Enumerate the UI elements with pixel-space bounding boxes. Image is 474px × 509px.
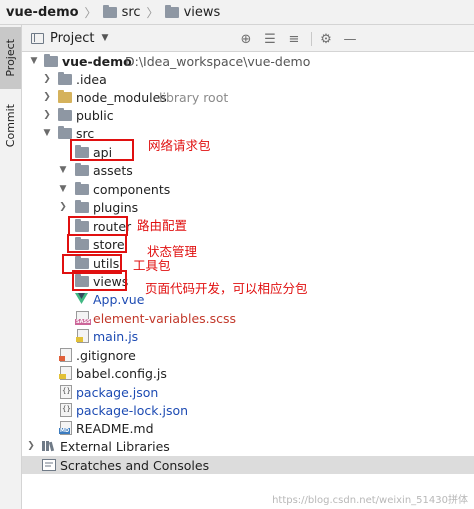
breadcrumb-item-views[interactable]: views bbox=[164, 4, 221, 20]
annotation-router: 路由配置 bbox=[137, 218, 188, 233]
tree-item-label: node_modules bbox=[76, 89, 167, 105]
tree-item-assets[interactable]: ▼ assets bbox=[22, 161, 474, 179]
folder-icon bbox=[58, 108, 72, 121]
tab-commit-label: Commit bbox=[4, 104, 17, 148]
chevron-down-icon[interactable]: ▼ bbox=[42, 128, 52, 138]
chevron-right-icon[interactable]: ❯ bbox=[42, 110, 52, 120]
annotation-box-api bbox=[70, 139, 134, 161]
tree-item-main-js[interactable]: main.js bbox=[22, 327, 474, 345]
chevron-down-icon[interactable]: ▼ bbox=[101, 33, 108, 43]
locate-icon[interactable]: ⊕ bbox=[238, 31, 254, 47]
tree-item-element-variables[interactable]: element-variables.scss bbox=[22, 309, 474, 327]
tree-item-label: External Libraries bbox=[60, 438, 170, 454]
chevron-right-icon[interactable]: ❯ bbox=[42, 74, 52, 84]
chevron-down-icon[interactable]: ▼ bbox=[58, 165, 68, 175]
tree-item-scratches[interactable]: Scratches and Consoles bbox=[22, 456, 474, 474]
tree-item-package-lock[interactable]: package-lock.json bbox=[22, 401, 474, 419]
expand-all-icon[interactable]: ☰ bbox=[262, 31, 278, 47]
panel-title[interactable]: Project bbox=[50, 31, 94, 46]
divider bbox=[311, 32, 312, 46]
markdown-file-icon bbox=[59, 421, 72, 435]
tree-item-root[interactable]: ▼ vue-demo D:\Idea_workspace\vue-demo bbox=[22, 52, 474, 70]
tree-item-label: vue-demo bbox=[62, 53, 132, 69]
tree-item-readme[interactable]: README.md bbox=[22, 419, 474, 437]
annotation-box-router bbox=[68, 216, 128, 236]
json-file-icon bbox=[60, 403, 72, 417]
tab-project-label: Project bbox=[4, 39, 17, 77]
tree-item-label: .idea bbox=[76, 71, 107, 87]
tree-item-label: package-lock.json bbox=[76, 402, 189, 418]
folder-icon bbox=[44, 54, 58, 67]
chevron-right-icon[interactable]: ❯ bbox=[58, 202, 68, 212]
tab-commit[interactable]: Commit bbox=[0, 95, 21, 157]
sass-file-icon bbox=[75, 311, 92, 325]
tree-item-label: Scratches and Consoles bbox=[60, 457, 210, 473]
tree-item-node-modules[interactable]: ❯ node_modules library root bbox=[22, 88, 474, 106]
tree-item-package-json[interactable]: package.json bbox=[22, 383, 474, 401]
tree-item-babel-config[interactable]: babel.config.js bbox=[22, 364, 474, 382]
tool-window-strip: Project Commit bbox=[0, 25, 22, 509]
tree-item-label: package.json bbox=[76, 384, 159, 400]
annotation-box-views bbox=[72, 270, 127, 291]
collapse-all-icon[interactable]: ≡ bbox=[286, 31, 302, 47]
annotation-box-store bbox=[67, 234, 127, 253]
folder-icon bbox=[102, 4, 117, 18]
project-path: D:\Idea_workspace\vue-demo bbox=[125, 53, 311, 69]
breadcrumb-separator: 〉 bbox=[84, 5, 97, 20]
chevron-right-icon[interactable]: ❯ bbox=[26, 441, 36, 451]
gitignore-file-icon bbox=[59, 348, 72, 362]
tree-item-components[interactable]: ▼ components bbox=[22, 180, 474, 198]
breadcrumb-item-src[interactable]: src bbox=[102, 4, 141, 20]
tree-item-label: App.vue bbox=[93, 291, 145, 307]
annotation-views: 页面代码开发，可以相应分包 bbox=[145, 281, 308, 296]
tree-item-gitignore[interactable]: .gitignore bbox=[22, 346, 474, 364]
breadcrumb-item-project[interactable]: vue-demo bbox=[6, 5, 79, 20]
project-panel-header: Project ▼ ⊕ ☰ ≡ ⚙ — bbox=[22, 25, 474, 52]
tree-item-external-libraries[interactable]: ❯ External Libraries bbox=[22, 437, 474, 455]
scratches-icon bbox=[42, 459, 56, 471]
js-file-icon bbox=[59, 366, 72, 380]
annotation-utils: 工具包 bbox=[133, 258, 171, 273]
tree-item-label: plugins bbox=[93, 199, 139, 215]
breadcrumb: vue-demo 〉 src 〉 views bbox=[0, 0, 474, 25]
tree-item-label: babel.config.js bbox=[76, 365, 167, 381]
chevron-down-icon[interactable]: ▼ bbox=[29, 56, 39, 66]
tree-item-label: element-variables.scss bbox=[93, 310, 237, 326]
settings-icon[interactable]: ⚙ bbox=[318, 31, 334, 47]
vue-file-icon bbox=[75, 293, 88, 304]
folder-icon bbox=[58, 126, 72, 139]
chevron-down-icon[interactable]: ▼ bbox=[58, 184, 68, 194]
breadcrumb-label: views bbox=[183, 4, 221, 20]
tree-item-label: assets bbox=[93, 162, 133, 178]
json-file-icon bbox=[60, 385, 72, 399]
library-root-hint: library root bbox=[159, 89, 229, 105]
tree-item-label: public bbox=[76, 107, 114, 123]
tree-item-plugins[interactable]: ❯ plugins bbox=[22, 198, 474, 216]
tree-item-label: README.md bbox=[76, 420, 154, 436]
folder-icon bbox=[75, 182, 89, 195]
breadcrumb-label: src bbox=[121, 4, 141, 20]
project-view-icon bbox=[31, 32, 44, 44]
js-file-icon bbox=[76, 329, 89, 343]
watermark: https://blog.csdn.net/weixin_51430拼体 bbox=[272, 495, 468, 506]
folder-icon bbox=[58, 72, 72, 85]
folder-icon bbox=[75, 163, 89, 176]
tree-item-label: .gitignore bbox=[76, 347, 136, 363]
breadcrumb-separator: 〉 bbox=[146, 5, 159, 20]
project-tree: ▼ vue-demo D:\Idea_workspace\vue-demo ❯ … bbox=[22, 52, 474, 509]
annotation-api: 网络请求包 bbox=[148, 138, 211, 153]
folder-icon bbox=[58, 90, 72, 103]
tab-project[interactable]: Project bbox=[0, 27, 21, 89]
hide-icon[interactable]: — bbox=[342, 31, 358, 47]
tree-item-idea[interactable]: ❯ .idea bbox=[22, 70, 474, 88]
tree-item-label: components bbox=[93, 181, 171, 197]
chevron-right-icon[interactable]: ❯ bbox=[42, 92, 52, 102]
folder-icon bbox=[75, 200, 89, 213]
tree-item-public[interactable]: ❯ public bbox=[22, 106, 474, 124]
library-icon bbox=[42, 441, 55, 452]
folder-icon bbox=[164, 4, 179, 18]
tree-item-label: main.js bbox=[93, 328, 139, 344]
